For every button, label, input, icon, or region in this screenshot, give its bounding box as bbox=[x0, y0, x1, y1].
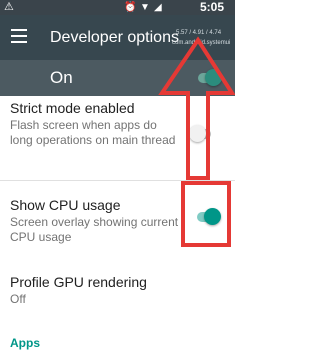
warning-icon: ⚠ bbox=[4, 1, 14, 13]
setting-title: Strict mode enabled bbox=[10, 100, 135, 116]
status-time: 5:05 bbox=[200, 0, 225, 14]
toggle-thumb bbox=[204, 208, 221, 225]
setting-title: Show CPU usage bbox=[10, 197, 121, 213]
app-bar: Developer options 5.57 / 4.91 / 4.74 com… bbox=[0, 15, 235, 60]
setting-summary: Off bbox=[10, 292, 26, 306]
setting-strict-mode[interactable]: Strict mode enabled Flash screen when ap… bbox=[10, 100, 180, 148]
status-bar: ⚠ ⏰ ▼ ◢ 5:05 bbox=[0, 0, 235, 15]
alarm-icon: ⏰ bbox=[124, 2, 137, 13]
strict-mode-toggle[interactable] bbox=[189, 125, 213, 143]
sim-icon: ◢ bbox=[154, 2, 162, 13]
master-switch-label: On bbox=[50, 68, 73, 87]
toggle-thumb bbox=[189, 125, 206, 142]
setting-summary: Screen overlay showing current CPU usage bbox=[10, 215, 179, 244]
setting-show-cpu-usage[interactable]: Show CPU usage Screen overlay showing cu… bbox=[10, 197, 180, 245]
toggle-thumb bbox=[205, 69, 222, 86]
cpu-process-readout: com.android.systemui bbox=[172, 40, 231, 46]
hamburger-menu-icon[interactable] bbox=[11, 29, 27, 43]
setting-summary: Flash screen when apps do long operation… bbox=[10, 118, 176, 147]
setting-title: Profile GPU rendering bbox=[10, 274, 147, 290]
divider bbox=[0, 180, 235, 181]
section-header-apps: Apps bbox=[10, 336, 40, 350]
master-switch-toggle[interactable] bbox=[198, 69, 222, 87]
page-title: Developer options bbox=[50, 29, 179, 46]
setting-profile-gpu-rendering[interactable]: Profile GPU rendering Off bbox=[10, 274, 180, 307]
cpu-load-readout: 5.57 / 4.91 / 4.74 bbox=[176, 30, 222, 36]
show-cpu-usage-toggle[interactable] bbox=[197, 208, 221, 226]
signal-icon: ▼ bbox=[140, 2, 150, 13]
